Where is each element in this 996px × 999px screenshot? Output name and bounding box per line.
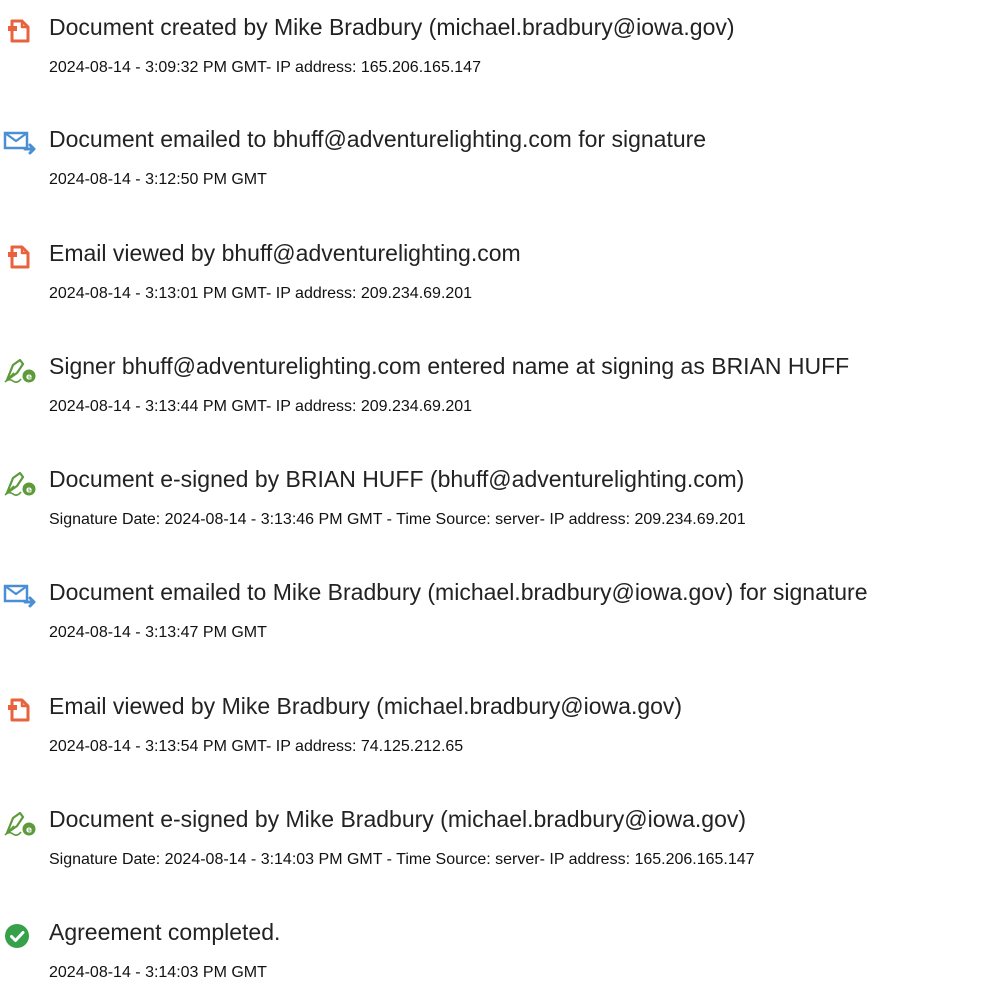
email-icon xyxy=(3,582,37,610)
signature-pen-icon: e xyxy=(3,809,37,837)
entry-title: Document emailed to Mike Bradbury (micha… xyxy=(49,579,868,605)
entry-title: Document e-signed by BRIAN HUFF (bhuff@a… xyxy=(49,466,745,492)
entry-title: Document created by Mike Bradbury (micha… xyxy=(49,14,735,40)
svg-text:e: e xyxy=(26,486,32,496)
entry-title: Document e-signed by Mike Bradbury (mich… xyxy=(49,806,747,832)
entry-title: Email viewed by bhuff@adventurelighting.… xyxy=(49,240,521,266)
svg-text:e: e xyxy=(26,826,32,836)
entry-detail: 2024-08-14 - 3:13:01 PM GMT- IP address:… xyxy=(49,285,473,302)
email-icon xyxy=(3,129,37,157)
check-circle-icon xyxy=(3,922,37,950)
entry-detail: 2024-08-14 - 3:13:47 PM GMT xyxy=(49,624,267,641)
document-icon xyxy=(3,17,37,45)
signature-pen-icon: e xyxy=(3,356,37,384)
signature-pen-icon: e xyxy=(3,469,37,497)
entry-title: Agreement completed. xyxy=(49,919,281,945)
document-icon xyxy=(3,243,37,271)
entry-detail: Signature Date: 2024-08-14 - 3:13:46 PM … xyxy=(49,511,746,528)
entry-detail: 2024-08-14 - 3:12:50 PM GMT xyxy=(49,171,267,188)
svg-text:e: e xyxy=(26,373,32,383)
entry-title: Document emailed to bhuff@adventurelight… xyxy=(49,126,707,152)
entry-detail: 2024-08-14 - 3:14:03 PM GMT xyxy=(49,964,267,981)
entry-detail: 2024-08-14 - 3:09:32 PM GMT- IP address:… xyxy=(49,59,481,76)
entry-detail: 2024-08-14 - 3:13:54 PM GMT- IP address:… xyxy=(49,738,464,755)
entry-title: Signer bhuff@adventurelighting.com enter… xyxy=(49,353,850,379)
document-icon xyxy=(3,696,37,724)
entry-detail: 2024-08-14 - 3:13:44 PM GMT- IP address:… xyxy=(49,398,473,415)
entry-title: Email viewed by Mike Bradbury (michael.b… xyxy=(49,693,683,719)
entry-detail: Signature Date: 2024-08-14 - 3:14:03 PM … xyxy=(49,851,755,868)
